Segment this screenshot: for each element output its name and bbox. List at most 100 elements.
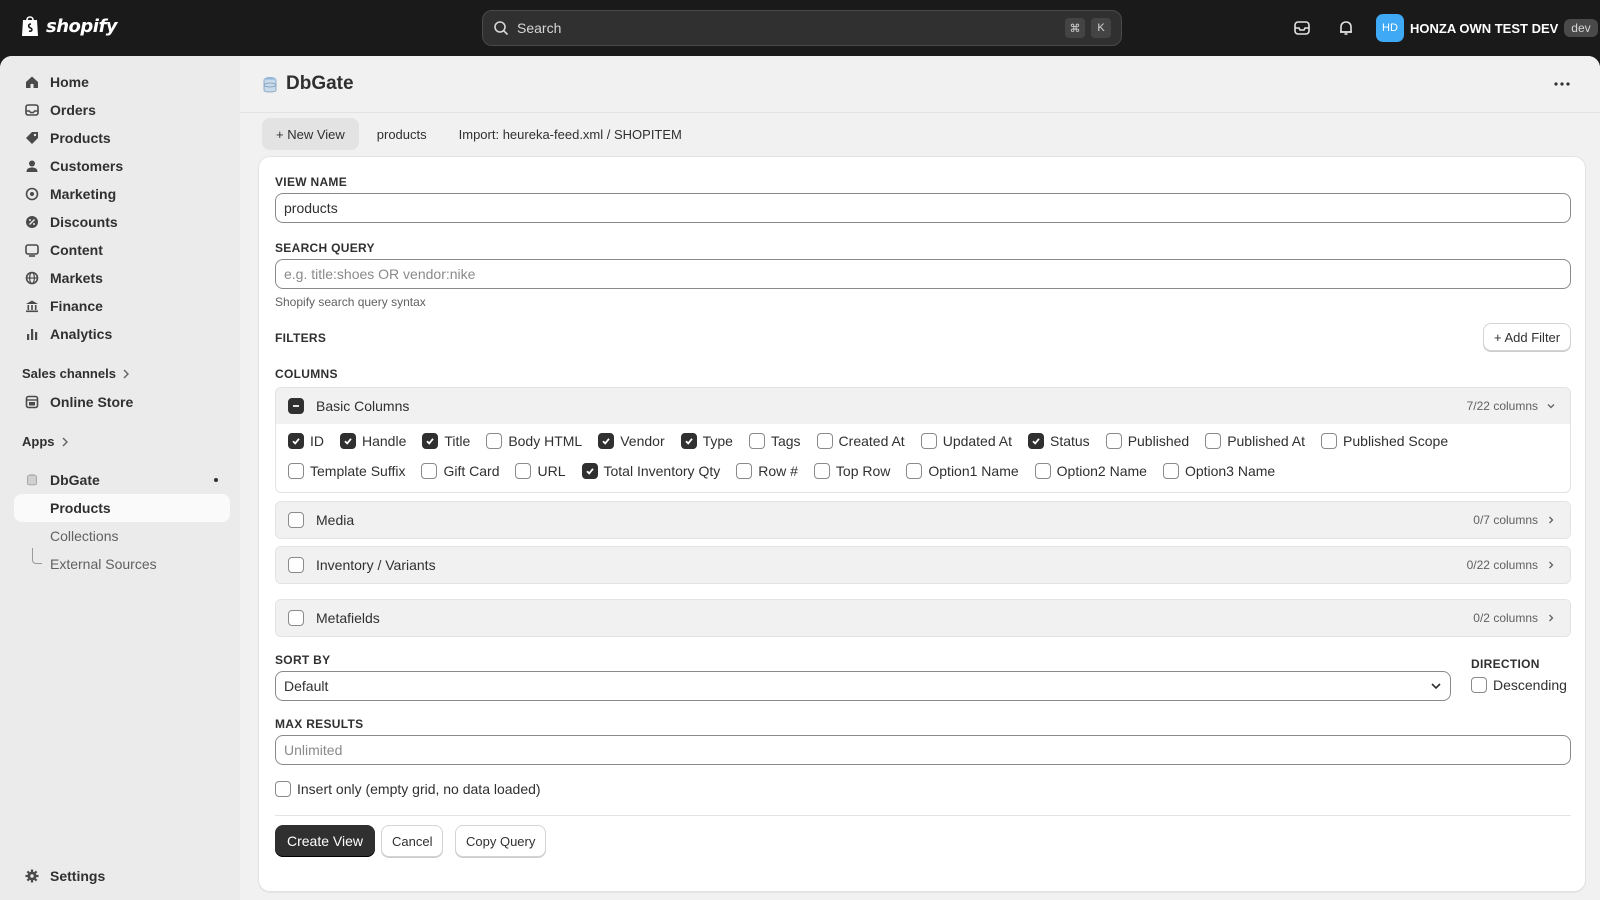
- column-group-count: 7/22 columns: [1466, 399, 1538, 413]
- column-checkbox[interactable]: [515, 463, 532, 479]
- group-select-all-checkbox[interactable]: [288, 610, 304, 626]
- column-option[interactable]: Created At: [816, 432, 905, 450]
- group-select-all-checkbox[interactable]: [288, 398, 304, 414]
- column-option[interactable]: Handle: [340, 432, 406, 450]
- column-checkbox[interactable]: [1162, 463, 1179, 479]
- chevron-right-icon[interactable]: [1546, 515, 1556, 525]
- cancel-button[interactable]: Cancel: [381, 825, 444, 857]
- sidebar-item-dbgate-collections[interactable]: Collections: [14, 522, 230, 550]
- column-option[interactable]: URL: [515, 462, 566, 480]
- bell-icon[interactable]: [1336, 18, 1356, 38]
- inbox-tray-icon[interactable]: [1292, 18, 1312, 38]
- column-option[interactable]: Total Inventory Qty: [581, 462, 720, 480]
- sidebar-item-finance[interactable]: Finance: [14, 292, 230, 320]
- descending-option[interactable]: Descending: [1471, 677, 1567, 693]
- copy-query-button[interactable]: Copy Query: [455, 825, 547, 857]
- column-checkbox[interactable]: [1105, 433, 1122, 449]
- apps-heading[interactable]: Apps: [22, 434, 69, 449]
- column-checkbox[interactable]: [680, 433, 697, 449]
- sidebar-item-online-store[interactable]: Online Store: [14, 388, 230, 416]
- search-bar[interactable]: Search ⌘ K: [482, 10, 1122, 46]
- search-query-input[interactable]: [275, 259, 1571, 289]
- sidebar-item-dbgate-products[interactable]: Products: [14, 494, 230, 522]
- sales-channels-heading[interactable]: Sales channels: [22, 366, 130, 381]
- column-checkbox[interactable]: [748, 433, 765, 449]
- column-option[interactable]: Gift Card: [421, 462, 499, 480]
- column-checkbox[interactable]: [288, 463, 304, 479]
- chevron-down-icon[interactable]: [1546, 401, 1556, 411]
- column-group-header[interactable]: Inventory / Variants 0/22 columns: [276, 547, 1570, 583]
- column-checkbox[interactable]: [920, 433, 937, 449]
- column-option[interactable]: Option2 Name: [1034, 462, 1147, 480]
- column-checkbox[interactable]: [736, 463, 753, 479]
- more-horizontal-icon[interactable]: [1552, 74, 1572, 94]
- sidebar-item-markets[interactable]: Markets: [14, 264, 230, 292]
- database-app-icon: [263, 77, 277, 93]
- column-option[interactable]: Published At: [1205, 432, 1305, 450]
- create-view-button[interactable]: Create View: [275, 825, 376, 857]
- column-checkbox[interactable]: [598, 433, 615, 449]
- sidebar-item-analytics[interactable]: Analytics: [14, 320, 230, 348]
- sidebar-item-settings[interactable]: Settings: [14, 862, 230, 890]
- insert-only-checkbox[interactable]: [275, 781, 291, 797]
- column-option[interactable]: ID: [288, 432, 324, 450]
- max-results-input[interactable]: [275, 735, 1571, 765]
- column-group-header[interactable]: Basic Columns 7/22 columns: [276, 388, 1570, 424]
- sidebar-item-customers[interactable]: Customers: [14, 152, 230, 180]
- sort-by-select[interactable]: Default: [275, 671, 1451, 701]
- chevron-right-icon[interactable]: [1546, 613, 1556, 623]
- column-option[interactable]: Type: [680, 432, 733, 450]
- shopping-bag-icon: [22, 16, 38, 36]
- tab-products[interactable]: products: [363, 118, 441, 150]
- apps-label: Apps: [22, 434, 55, 449]
- sidebar-item-products[interactable]: Products: [14, 124, 230, 152]
- store-account-menu[interactable]: HD HONZA OWN TEST DEV dev: [1376, 14, 1598, 42]
- column-checkbox[interactable]: [422, 433, 439, 449]
- column-option[interactable]: Option1 Name: [906, 462, 1019, 480]
- column-option[interactable]: Row #: [736, 462, 798, 480]
- column-checkbox[interactable]: [288, 433, 304, 449]
- sidebar-item-marketing[interactable]: Marketing: [14, 180, 230, 208]
- column-option[interactable]: Updated At: [920, 432, 1012, 450]
- sidebar-item-dbgate[interactable]: DbGate: [14, 466, 230, 494]
- column-checkbox[interactable]: [340, 433, 356, 449]
- column-group-header[interactable]: Metafields 0/2 columns: [276, 600, 1570, 636]
- column-option[interactable]: Published Scope: [1321, 432, 1448, 450]
- column-group-header[interactable]: Media 0/7 columns: [276, 502, 1570, 538]
- column-option[interactable]: Tags: [748, 432, 801, 450]
- descending-checkbox[interactable]: [1471, 677, 1487, 693]
- tab-import-heureka[interactable]: Import: heureka-feed.xml / SHOPITEM: [445, 118, 696, 150]
- column-option[interactable]: Option3 Name: [1162, 462, 1275, 480]
- group-select-all-checkbox[interactable]: [288, 557, 304, 573]
- column-option[interactable]: Template Suffix: [288, 462, 405, 480]
- add-filter-button[interactable]: + Add Filter: [1483, 323, 1572, 351]
- column-option[interactable]: Title: [422, 432, 470, 450]
- column-option[interactable]: Status: [1027, 432, 1090, 450]
- sidebar-item-dbgate-external-sources[interactable]: External Sources: [14, 550, 230, 578]
- sidebar-item-discounts[interactable]: Discounts: [14, 208, 230, 236]
- sidebar-item-content[interactable]: Content: [14, 236, 230, 264]
- tab-new-view[interactable]: + New View: [262, 118, 359, 150]
- column-option[interactable]: Published: [1105, 432, 1189, 450]
- sidebar-item-home[interactable]: Home: [14, 68, 230, 96]
- column-checkbox[interactable]: [816, 433, 833, 449]
- page-title: DbGate: [286, 73, 354, 94]
- group-select-all-checkbox[interactable]: [288, 512, 304, 528]
- column-option[interactable]: Vendor: [598, 432, 665, 450]
- insert-only-option[interactable]: Insert only (empty grid, no data loaded): [275, 781, 541, 797]
- column-checkbox[interactable]: [1205, 433, 1222, 449]
- shopify-logo[interactable]: shopify: [20, 14, 118, 38]
- column-checkbox[interactable]: [581, 463, 598, 479]
- column-checkbox[interactable]: [421, 463, 438, 479]
- chevron-right-icon[interactable]: [1546, 560, 1556, 570]
- column-option[interactable]: Top Row: [813, 462, 890, 480]
- column-checkbox[interactable]: [813, 463, 830, 479]
- view-name-input[interactable]: [275, 193, 1571, 223]
- column-option[interactable]: Body HTML: [486, 432, 582, 450]
- column-checkbox[interactable]: [906, 463, 923, 479]
- column-checkbox[interactable]: [1321, 433, 1338, 449]
- sidebar-item-orders[interactable]: Orders: [14, 96, 230, 124]
- column-checkbox[interactable]: [1027, 433, 1044, 449]
- column-checkbox[interactable]: [1034, 463, 1051, 479]
- column-checkbox[interactable]: [486, 433, 503, 449]
